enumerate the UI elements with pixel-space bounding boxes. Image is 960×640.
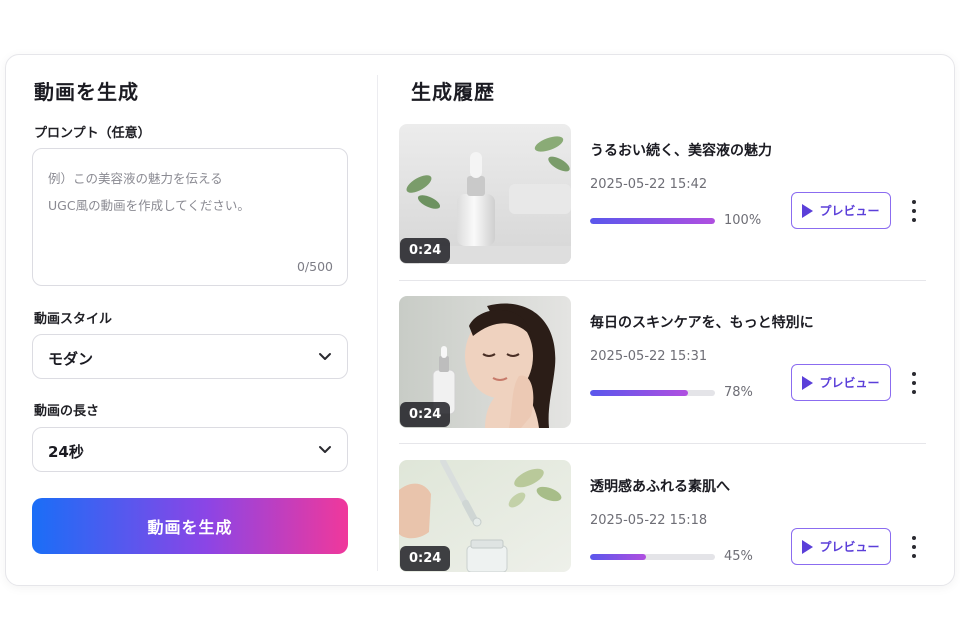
- history-item: 0:24 毎日のスキンケアを、もっと特別に 2025-05-22 15:31 7…: [399, 296, 929, 436]
- video-title: 透明感あふれる素肌へ: [590, 479, 730, 495]
- history-panel: 生成履歴 0:24 うるおい続く、美容液の魅力 2025-05-22 15:42…: [399, 55, 929, 585]
- prompt-label: プロンプト（任意）: [34, 126, 151, 141]
- preview-button[interactable]: プレビュー: [791, 528, 891, 565]
- row-divider: [399, 280, 926, 281]
- preview-button[interactable]: プレビュー: [791, 364, 891, 401]
- more-options-icon[interactable]: [909, 536, 919, 558]
- preview-label: プレビュー: [819, 204, 880, 218]
- style-select[interactable]: モダン: [32, 334, 348, 379]
- progress-fill: [590, 390, 688, 396]
- progress-bar: [590, 218, 715, 224]
- preview-label: プレビュー: [819, 540, 880, 554]
- generate-video-button[interactable]: 動画を生成: [32, 498, 348, 554]
- play-icon: [802, 539, 814, 554]
- progress-percent: 45%: [724, 549, 753, 564]
- play-icon: [802, 375, 814, 390]
- video-thumbnail[interactable]: 0:24: [399, 296, 571, 428]
- video-thumbnail[interactable]: 0:24: [399, 124, 571, 264]
- history-title: 生成履歴: [411, 80, 495, 104]
- chevron-down-icon: [319, 446, 331, 453]
- duration-badge: 0:24: [400, 546, 451, 571]
- style-label: 動画スタイル: [34, 312, 113, 327]
- prompt-textarea[interactable]: 例）この美容液の魅力を伝える UGC風の動画を作成してください。 0/500: [32, 148, 348, 286]
- preview-label: プレビュー: [819, 376, 880, 390]
- more-options-icon[interactable]: [909, 200, 919, 222]
- duration-badge: 0:24: [400, 238, 451, 263]
- progress-bar: [590, 390, 715, 396]
- video-thumbnail[interactable]: 0:24: [399, 460, 571, 572]
- length-select-value: 24秒: [48, 443, 84, 461]
- progress-percent: 100%: [724, 213, 762, 228]
- progress-fill: [590, 554, 647, 560]
- video-timestamp: 2025-05-22 15:42: [590, 177, 708, 192]
- video-title: 毎日のスキンケアを、もっと特別に: [590, 315, 814, 331]
- video-title: うるおい続く、美容液の魅力: [590, 143, 772, 159]
- panel-divider: [377, 75, 378, 571]
- video-timestamp: 2025-05-22 15:31: [590, 349, 708, 364]
- play-icon: [802, 203, 814, 218]
- row-divider: [399, 443, 926, 444]
- chevron-down-icon: [319, 353, 331, 360]
- generate-panel-title: 動画を生成: [34, 80, 139, 104]
- more-options-icon[interactable]: [909, 372, 919, 394]
- video-timestamp: 2025-05-22 15:18: [590, 513, 708, 528]
- char-counter: 0/500: [296, 259, 333, 274]
- generate-panel: 動画を生成 プロンプト（任意） 例）この美容液の魅力を伝える UGC風の動画を作…: [32, 55, 348, 585]
- progress-percent: 78%: [724, 385, 753, 400]
- duration-badge: 0:24: [400, 402, 451, 427]
- length-label: 動画の長さ: [34, 404, 100, 419]
- length-select[interactable]: 24秒: [32, 427, 348, 472]
- progress-bar: [590, 554, 715, 560]
- video-generator-card: 動画を生成 プロンプト（任意） 例）この美容液の魅力を伝える UGC風の動画を作…: [5, 54, 955, 586]
- history-item: 0:24 透明感あふれる素肌へ 2025-05-22 15:18 45% プレビ…: [399, 460, 929, 600]
- style-select-value: モダン: [48, 350, 94, 368]
- progress-fill: [590, 218, 715, 224]
- history-item: 0:24 うるおい続く、美容液の魅力 2025-05-22 15:42 100%…: [399, 124, 929, 264]
- preview-button[interactable]: プレビュー: [791, 192, 891, 229]
- prompt-placeholder: 例）この美容液の魅力を伝える UGC風の動画を作成してください。: [48, 171, 250, 213]
